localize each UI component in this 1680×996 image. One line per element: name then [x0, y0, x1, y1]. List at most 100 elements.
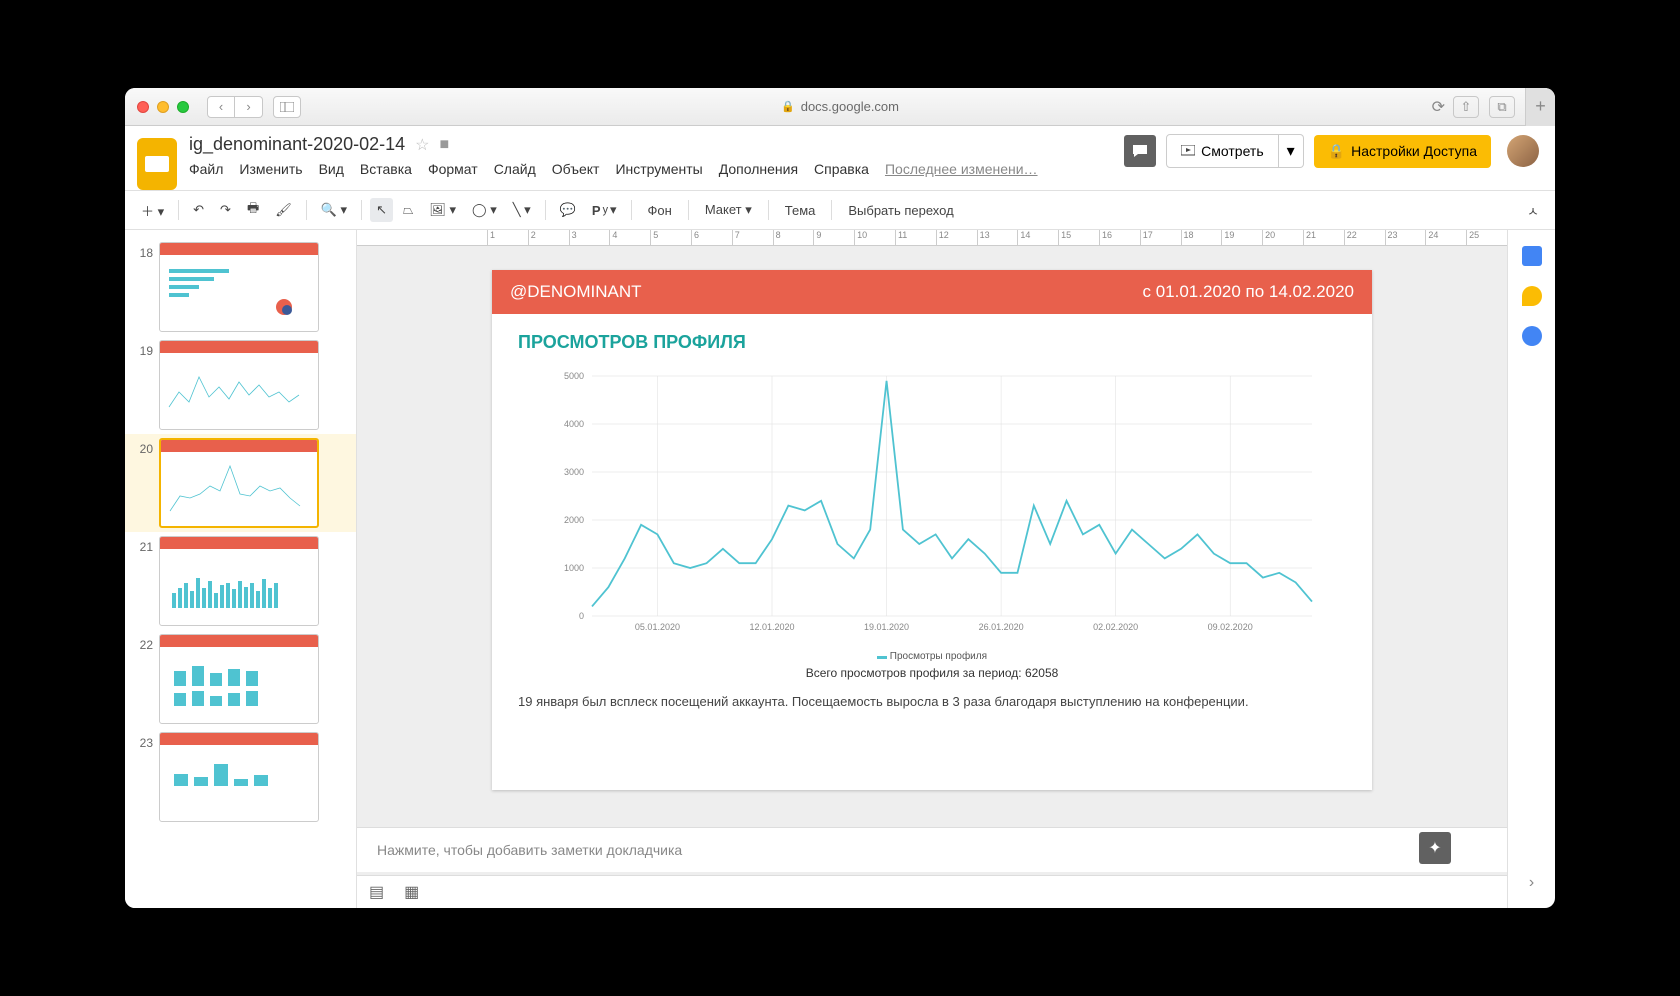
theme-button[interactable]: Тема: [777, 199, 824, 222]
bottom-bar: ▤ ▦: [357, 875, 1507, 908]
share-button[interactable]: 🔒 Настройки Доступа: [1314, 135, 1491, 168]
lock-icon: 🔒: [781, 100, 795, 113]
horizontal-ruler: 1234567891011121314151617181920212223242…: [357, 230, 1507, 246]
shape-tool[interactable]: ◯ ▾: [466, 198, 503, 222]
nav-arrows: ‹ ›: [207, 96, 263, 118]
redo-button[interactable]: ↷: [214, 198, 237, 222]
menu-format[interactable]: Формат: [428, 161, 478, 177]
print-button[interactable]: 🖶: [241, 195, 265, 225]
canvas-area: 1234567891011121314151617181920212223242…: [357, 230, 1507, 908]
slide-account: @DENOMINANT: [510, 282, 642, 302]
thumb-21[interactable]: 21: [125, 532, 356, 630]
svg-text:0: 0: [579, 611, 584, 621]
layout-button[interactable]: Макет ▾: [697, 198, 760, 222]
browser-titlebar: ‹ › 🔒 docs.google.com ⟳ ⇧ ⧉ +: [125, 88, 1555, 126]
side-panel: ›: [1507, 230, 1555, 908]
transition-button[interactable]: Выбрать переход: [840, 199, 961, 222]
slide-section-title: ПРОСМОТРОВ ПРОФИЛЯ: [492, 314, 1372, 361]
undo-button[interactable]: ↶: [187, 198, 210, 222]
svg-text:09.02.2020: 09.02.2020: [1208, 622, 1253, 632]
close-window-button[interactable]: [137, 101, 149, 113]
address-bar[interactable]: 🔒 docs.google.com: [781, 99, 899, 114]
doc-title-area: ig_denominant-2020-02-14 ☆ ■ Файл Измени…: [189, 134, 1124, 177]
collapse-toolbar-button[interactable]: ㅅ: [1527, 201, 1539, 220]
sidebar-toggle-button[interactable]: [273, 96, 301, 118]
present-dropdown[interactable]: ▾: [1279, 134, 1304, 168]
slide-header-bar: @DENOMINANT с 01.01.2020 по 14.02.2020: [492, 270, 1372, 314]
last-edit-link[interactable]: Последнее изменени…: [885, 161, 1038, 177]
explore-button[interactable]: ✦: [1419, 832, 1451, 864]
thumb-22[interactable]: 22: [125, 630, 356, 728]
chart: 01000200030004000500005.01.202012.01.202…: [492, 361, 1372, 651]
tabs-button[interactable]: ⧉: [1489, 96, 1515, 118]
comment-icon: [1132, 144, 1148, 158]
menu-file[interactable]: Файл: [189, 161, 223, 177]
menu-bar: Файл Изменить Вид Вставка Формат Слайд О…: [189, 161, 1124, 177]
thumb-23[interactable]: 23: [125, 728, 356, 826]
present-button[interactable]: Смотреть: [1166, 134, 1278, 168]
menu-insert[interactable]: Вставка: [360, 161, 412, 177]
star-icon[interactable]: ☆: [415, 135, 429, 155]
grid-view-icon[interactable]: ▦: [404, 882, 419, 902]
image-tool[interactable]: 🖼 ▾: [423, 198, 462, 222]
lock-icon: 🔒: [1328, 143, 1345, 160]
window-controls: [137, 101, 189, 113]
back-button[interactable]: ‹: [207, 96, 235, 118]
paint-format-button[interactable]: 🖌: [269, 198, 298, 222]
thumb-20[interactable]: 20: [125, 434, 356, 532]
present-icon: [1181, 145, 1195, 157]
tasks-icon[interactable]: [1522, 326, 1542, 346]
menu-addons[interactable]: Дополнения: [719, 161, 798, 177]
menu-help[interactable]: Справка: [814, 161, 869, 177]
header-actions: Смотреть ▾ 🔒 Настройки Доступа: [1124, 134, 1539, 168]
document-title[interactable]: ig_denominant-2020-02-14: [189, 134, 405, 155]
share-sheet-button[interactable]: ⇧: [1453, 96, 1479, 118]
thumb-19[interactable]: 19: [125, 336, 356, 434]
new-slide-button[interactable]: ＋ ▾: [135, 197, 170, 224]
new-tab-button[interactable]: +: [1525, 88, 1555, 126]
svg-text:05.01.2020: 05.01.2020: [635, 622, 680, 632]
comment-tool[interactable]: 💬: [554, 198, 582, 222]
chart-caption: Всего просмотров профиля за период: 6205…: [492, 666, 1372, 680]
svg-text:19.01.2020: 19.01.2020: [864, 622, 909, 632]
svg-text:26.01.2020: 26.01.2020: [979, 622, 1024, 632]
forward-button[interactable]: ›: [235, 96, 263, 118]
filmstrip-view-icon[interactable]: ▤: [369, 882, 384, 902]
app-header: ig_denominant-2020-02-14 ☆ ■ Файл Измени…: [125, 126, 1555, 190]
titlebar-right: ⇧ ⧉: [1453, 96, 1515, 118]
calendar-icon[interactable]: [1522, 246, 1542, 266]
present-button-group: Смотреть ▾: [1166, 134, 1303, 168]
minimize-window-button[interactable]: [157, 101, 169, 113]
workspace: 18 19 20 21 22 23: [125, 230, 1555, 908]
line-tool[interactable]: ╲ ▾: [507, 198, 537, 222]
slide-canvas[interactable]: @DENOMINANT с 01.01.2020 по 14.02.2020 П…: [492, 270, 1372, 790]
chart-legend: ▬ Просмотры профиля: [492, 651, 1372, 662]
slides-logo-icon[interactable]: [137, 138, 177, 190]
comments-button[interactable]: [1124, 135, 1156, 167]
sidebar-icon: [280, 102, 294, 112]
zoom-button[interactable]: 🔍 ▾: [315, 198, 353, 222]
svg-text:1000: 1000: [564, 563, 584, 573]
chart-svg: 01000200030004000500005.01.202012.01.202…: [532, 361, 1332, 651]
menu-slide[interactable]: Слайд: [494, 161, 536, 177]
svg-text:4000: 4000: [564, 419, 584, 429]
menu-view[interactable]: Вид: [319, 161, 344, 177]
expand-panel-button[interactable]: ›: [1529, 874, 1534, 892]
maximize-window-button[interactable]: [177, 101, 189, 113]
thumb-18[interactable]: 18: [125, 238, 356, 336]
menu-edit[interactable]: Изменить: [239, 161, 302, 177]
keep-icon[interactable]: [1522, 286, 1542, 306]
user-avatar[interactable]: [1507, 135, 1539, 167]
slide-thumbnails[interactable]: 18 19 20 21 22 23: [125, 230, 357, 908]
menu-object[interactable]: Объект: [552, 161, 600, 177]
folder-icon[interactable]: ■: [440, 136, 450, 154]
background-button[interactable]: Фон: [640, 199, 680, 222]
speaker-notes[interactable]: Нажмите, чтобы добавить заметки докладчи…: [357, 827, 1507, 872]
menu-tools[interactable]: Инструменты: [615, 161, 702, 177]
select-tool[interactable]: ↖: [370, 198, 393, 222]
textbox-tool[interactable]: ⏢: [397, 198, 419, 222]
reload-button[interactable]: ⟳: [1432, 97, 1445, 117]
svg-text:3000: 3000: [564, 467, 584, 477]
url-text: docs.google.com: [801, 99, 899, 114]
script-tool[interactable]: Ру ▾: [586, 198, 623, 222]
